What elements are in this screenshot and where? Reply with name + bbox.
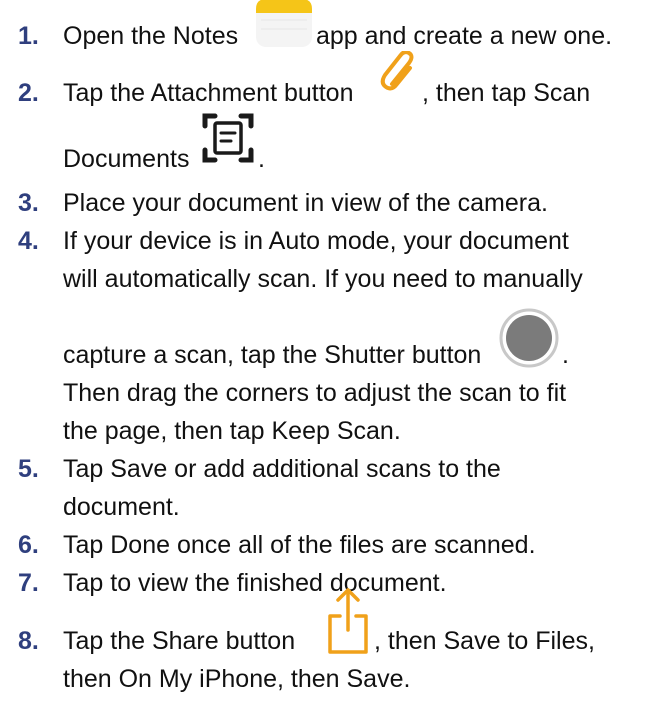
step-number: 7.: [18, 569, 39, 597]
step-number: 3.: [18, 189, 39, 217]
step-text: Tap Save or add additional scans to the: [63, 455, 501, 483]
step-text: document.: [63, 493, 180, 521]
shutter-button-icon: [498, 307, 560, 376]
step-text: the page, then tap Keep Scan.: [63, 417, 401, 445]
step-text: If your device is in Auto mode, your doc…: [63, 227, 569, 255]
step-text: Open the Notes: [63, 22, 239, 50]
step-text: Place your document in view of the camer…: [63, 189, 548, 217]
step-text: then On My iPhone, then Save.: [63, 665, 411, 693]
step-text: Tap Done once all of the files are scann…: [63, 531, 536, 559]
step-text: Then drag the corners to adjust the scan…: [63, 379, 567, 407]
step-text: app and create a new one.: [316, 22, 613, 50]
share-icon: [324, 586, 372, 663]
step-number: 8.: [18, 627, 39, 655]
step-text: Tap the Share button: [63, 627, 296, 655]
step-text: .: [258, 145, 265, 173]
step-text: Documents: [63, 145, 190, 173]
step-text: will automatically scan. If you need to …: [63, 265, 583, 293]
step-number: 5.: [18, 455, 39, 483]
step-number: 1.: [18, 22, 39, 50]
scan-documents-icon: [201, 110, 255, 173]
step-text: capture a scan, tap the Shutter button: [63, 341, 482, 369]
step-number: 6.: [18, 531, 39, 559]
step-number: 4.: [18, 227, 39, 255]
step-text: , then Save to Files,: [374, 627, 595, 655]
step-text: .: [562, 341, 569, 369]
step-text: Tap to view the finished document.: [63, 569, 447, 597]
notes-app-icon: [255, 0, 313, 55]
step-text: Tap the Attachment button: [63, 79, 354, 107]
step-text: , then tap Scan: [422, 79, 591, 107]
paperclip-icon: [379, 50, 421, 102]
step-number: 2.: [18, 79, 39, 107]
